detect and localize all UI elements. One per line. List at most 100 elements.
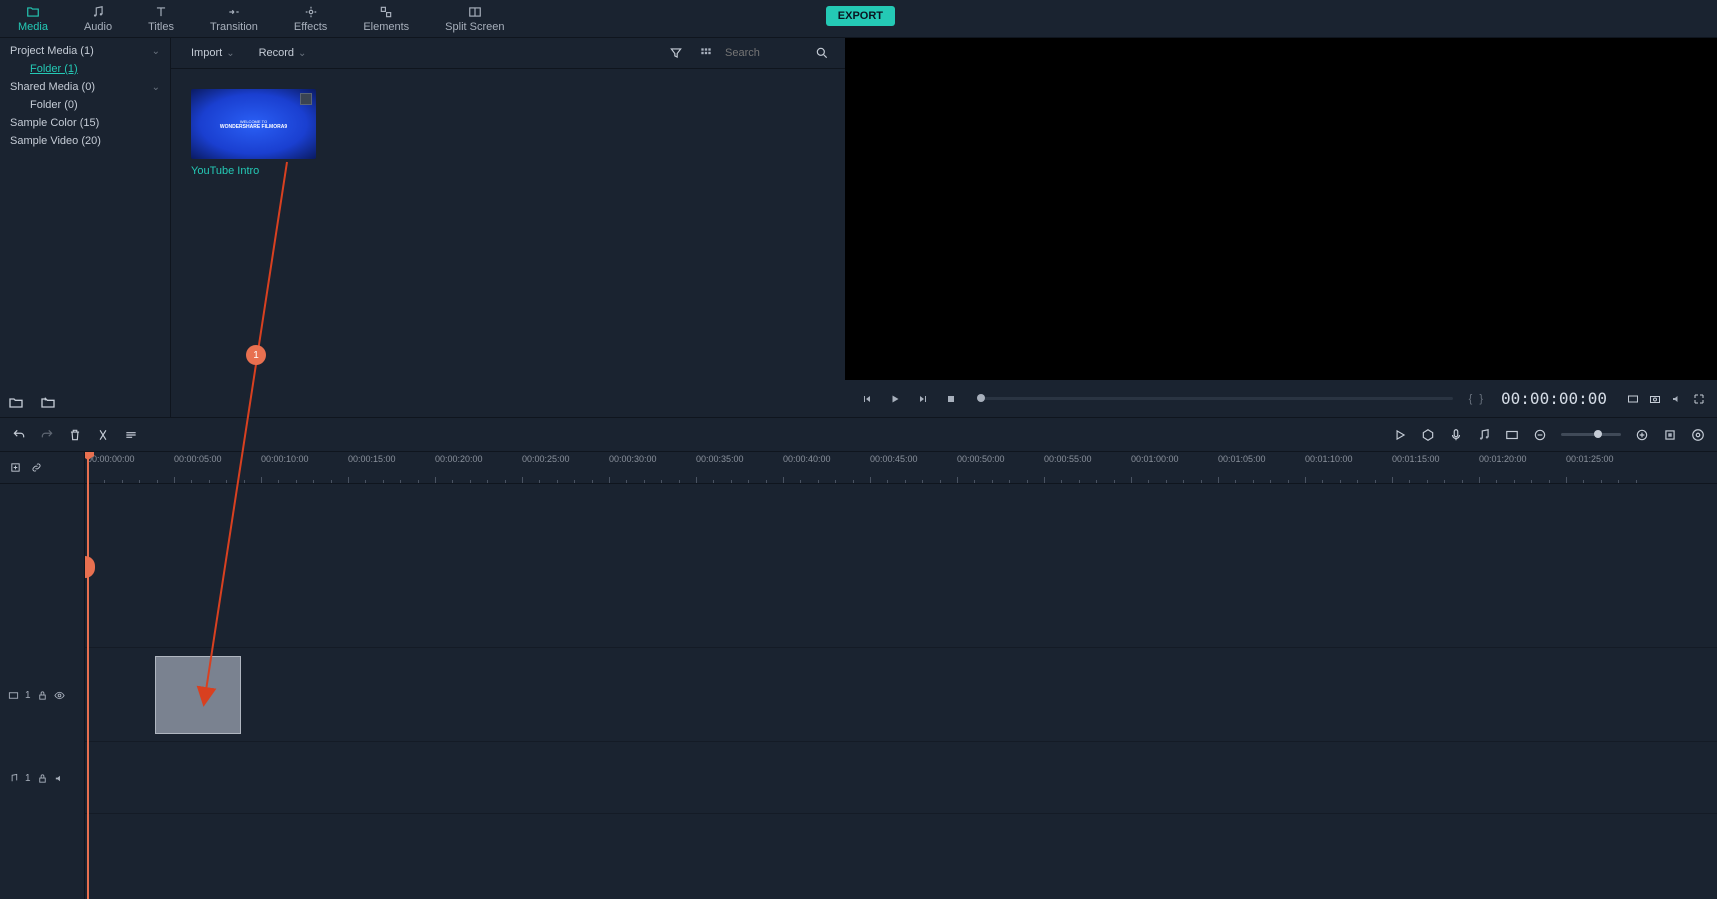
audio-mixer-icon[interactable] [1477, 428, 1491, 442]
music-icon [91, 5, 105, 19]
video-track-1[interactable] [85, 648, 1717, 742]
template-badge-icon [300, 93, 312, 105]
voiceover-icon[interactable] [1449, 428, 1463, 442]
tab-effects[interactable]: Effects [276, 1, 345, 37]
tab-split-screen[interactable]: Split Screen [427, 1, 522, 37]
drop-target-clip[interactable] [155, 656, 241, 734]
sidebar-folder-1[interactable]: Folder (1) [0, 60, 170, 78]
link-icon[interactable] [31, 462, 42, 473]
ruler-label: 00:01:20:00 [1479, 454, 1527, 464]
mute-icon[interactable] [54, 773, 65, 784]
media-sidebar: Project Media (1) ⌄ Folder (1) Shared Me… [0, 38, 170, 417]
marker-icon[interactable] [1421, 428, 1435, 442]
quality-icon[interactable] [1627, 393, 1639, 405]
eye-icon[interactable] [54, 690, 65, 701]
sidebar-project-media[interactable]: Project Media (1) ⌄ [0, 42, 170, 60]
timeline-track[interactable] [85, 584, 1717, 648]
transition-icon [227, 5, 241, 19]
ruler-label: 00:01:05:00 [1218, 454, 1266, 464]
chevron-down-icon: ⌄ [152, 46, 160, 57]
audio-track-icon [8, 773, 19, 784]
zoom-out-icon[interactable] [1533, 428, 1547, 442]
playhead[interactable] [87, 452, 89, 899]
record-button[interactable]: Record ⌄ [251, 44, 315, 62]
import-button[interactable]: Import ⌄ [183, 44, 243, 62]
audio-track-1[interactable] [85, 742, 1717, 814]
folder-tree-icon[interactable] [40, 395, 56, 411]
timeline-track-headers: 1 1 [0, 452, 85, 899]
search-icon[interactable] [815, 46, 829, 60]
timeline: 1 1 00:00:00:0000:00:05:0000:00:10:0000:… [0, 452, 1717, 899]
volume-icon[interactable] [1671, 393, 1683, 405]
undo-icon[interactable] [12, 428, 26, 442]
media-item-label: YouTube Intro [191, 165, 316, 177]
zoom-in-icon[interactable] [1635, 428, 1649, 442]
timeline-ruler[interactable]: 00:00:00:0000:00:05:0000:00:10:0000:00:1… [85, 452, 1717, 484]
next-frame-button[interactable] [913, 389, 933, 409]
grid-view-icon[interactable] [699, 46, 713, 60]
media-toolbar: Import ⌄ Record ⌄ [171, 38, 845, 69]
delete-icon[interactable] [68, 428, 82, 442]
mark-brackets[interactable]: { } [1469, 393, 1485, 405]
redo-icon[interactable] [40, 428, 54, 442]
render-icon[interactable] [1393, 428, 1407, 442]
export-button[interactable]: EXPORT [826, 6, 895, 26]
ruler-label: 00:00:45:00 [870, 454, 918, 464]
snapshot-icon[interactable] [1649, 393, 1661, 405]
zoom-slider[interactable] [1561, 433, 1621, 436]
timeline-tracks-area[interactable]: 00:00:00:0000:00:05:0000:00:10:0000:00:1… [85, 452, 1717, 899]
preview-panel: { } 00:00:00:00 [845, 38, 1717, 417]
video-track-icon [8, 690, 19, 701]
chevron-down-icon: ⌄ [152, 82, 160, 93]
ruler-label: 00:00:00:00 [87, 454, 135, 464]
new-folder-icon[interactable] [8, 395, 24, 411]
lock-icon[interactable] [37, 773, 48, 784]
media-panel: Import ⌄ Record ⌄ WELCOME TO WONDERSHARE… [170, 38, 845, 417]
preview-progress[interactable] [977, 397, 1453, 400]
track-add-icon[interactable] [10, 462, 21, 473]
ruler-label: 00:00:25:00 [522, 454, 570, 464]
ruler-label: 00:00:40:00 [783, 454, 831, 464]
sidebar-sample-video[interactable]: Sample Video (20) [0, 132, 170, 150]
sidebar-sample-color[interactable]: Sample Color (15) [0, 114, 170, 132]
timeline-toolbar [0, 417, 1717, 452]
ruler-label: 00:00:20:00 [435, 454, 483, 464]
crop-icon[interactable] [124, 428, 138, 442]
search-input[interactable] [725, 47, 805, 59]
prev-frame-button[interactable] [857, 389, 877, 409]
settings-icon[interactable] [1691, 428, 1705, 442]
ruler-label: 00:00:30:00 [609, 454, 657, 464]
preview-timecode: 00:00:00:00 [1501, 389, 1607, 408]
tab-transition[interactable]: Transition [192, 1, 276, 37]
ruler-label: 00:00:10:00 [261, 454, 309, 464]
chevron-down-icon: ⌄ [298, 48, 306, 59]
ruler-label: 00:01:10:00 [1305, 454, 1353, 464]
ruler-label: 00:01:15:00 [1392, 454, 1440, 464]
media-thumbnail: WELCOME TO WONDERSHARE FILMORA9 [191, 89, 316, 159]
fullscreen-icon[interactable] [1693, 393, 1705, 405]
ruler-label: 00:00:50:00 [957, 454, 1005, 464]
zoom-fit-icon[interactable] [1663, 428, 1677, 442]
media-item-youtube-intro[interactable]: WELCOME TO WONDERSHARE FILMORA9 YouTube … [191, 89, 316, 177]
lock-icon[interactable] [37, 690, 48, 701]
sidebar-folder-0[interactable]: Folder (0) [0, 96, 170, 114]
track-spacer [85, 526, 1717, 584]
audio-track-header[interactable]: 1 [0, 742, 84, 814]
video-track-header[interactable]: 1 [0, 648, 84, 742]
ruler-label: 00:00:55:00 [1044, 454, 1092, 464]
tab-elements[interactable]: Elements [345, 1, 427, 37]
effects-icon [304, 5, 318, 19]
track-spacer [85, 484, 1717, 526]
split-screen-icon [468, 5, 482, 19]
folder-icon [26, 5, 40, 19]
split-icon[interactable] [96, 428, 110, 442]
filter-icon[interactable] [669, 46, 683, 60]
stop-button[interactable] [941, 389, 961, 409]
tab-media[interactable]: Media [0, 1, 66, 37]
elements-icon [379, 5, 393, 19]
play-button[interactable] [885, 389, 905, 409]
aspect-icon[interactable] [1505, 428, 1519, 442]
sidebar-shared-media[interactable]: Shared Media (0) ⌄ [0, 78, 170, 96]
tab-titles[interactable]: Titles [130, 1, 192, 37]
tab-audio[interactable]: Audio [66, 1, 130, 37]
